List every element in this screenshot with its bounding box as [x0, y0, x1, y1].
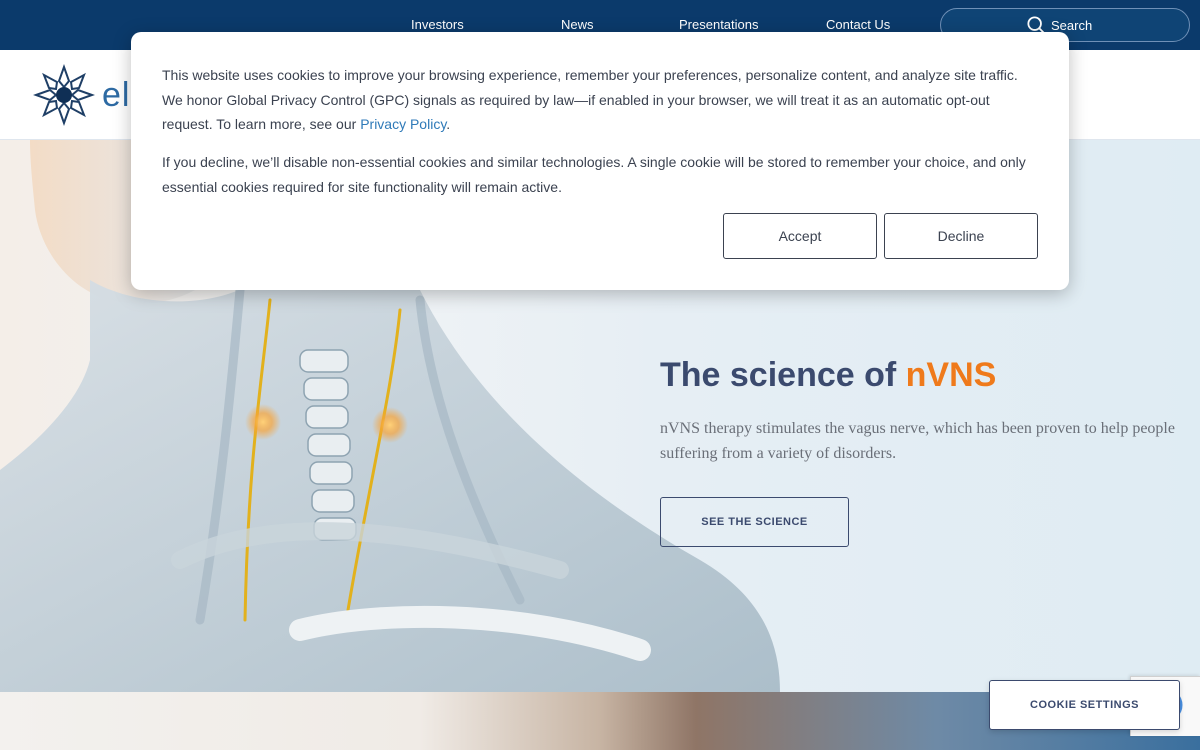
- search-label: Search: [1051, 18, 1093, 33]
- privacy-policy-link[interactable]: Privacy Policy: [360, 116, 446, 132]
- hero-title: The science of nVNS: [660, 356, 996, 395]
- starburst-logo-icon[interactable]: [32, 63, 96, 127]
- cookie-text-paragraph-1: This website uses cookies to improve you…: [162, 63, 1042, 137]
- decline-button[interactable]: Decline: [884, 213, 1038, 259]
- nav-contact-us-link[interactable]: Contact Us: [826, 17, 890, 32]
- cookie-text-1-end: .: [446, 116, 451, 132]
- cookie-text-1-body: This website uses cookies to improve you…: [162, 67, 1018, 132]
- accept-button[interactable]: Accept: [723, 213, 877, 259]
- hero-title-accent: nVNS: [905, 356, 997, 394]
- hero-description: nVNS therapy stimulates the vagus nerve,…: [660, 420, 1175, 462]
- nav-presentations-link[interactable]: Presentations: [679, 17, 759, 32]
- nav-investors-link[interactable]: Investors: [411, 17, 464, 32]
- cookie-text-paragraph-2: If you decline, we’ll disable non-essent…: [162, 154, 1026, 195]
- nav-news-link[interactable]: News: [561, 17, 594, 32]
- hero-title-main: The science of: [660, 356, 906, 394]
- cookie-settings-button[interactable]: COOKIE SETTINGS: [989, 680, 1180, 730]
- see-the-science-button[interactable]: SEE THE SCIENCE: [660, 497, 849, 547]
- cookie-consent-modal: This website uses cookies to improve you…: [131, 32, 1069, 290]
